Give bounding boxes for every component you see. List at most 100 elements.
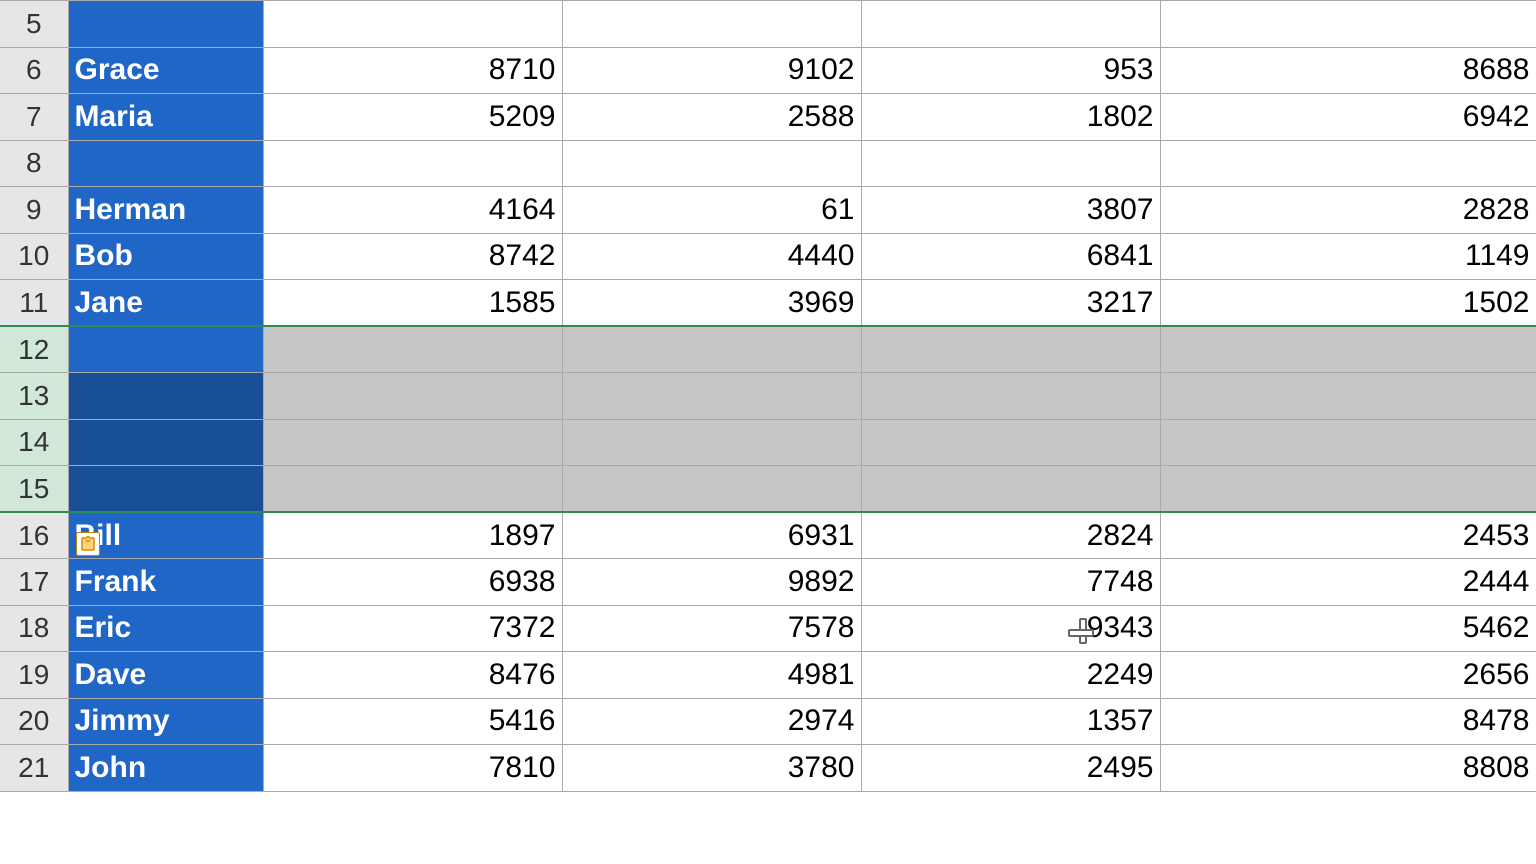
data-cell[interactable]: 2656 [1160,652,1536,699]
data-cell[interactable]: 8808 [1160,745,1536,792]
data-cell[interactable]: 6841 [861,233,1160,280]
data-cell[interactable]: 3969 [562,280,861,327]
data-cell[interactable]: 2249 [861,652,1160,699]
data-cell[interactable]: 1585 [263,280,562,327]
row-header[interactable]: 17 [0,559,68,606]
data-cell[interactable]: 4164 [263,187,562,234]
data-cell[interactable] [263,466,562,513]
data-cell[interactable] [1160,326,1536,373]
data-cell[interactable]: 2495 [861,745,1160,792]
name-cell[interactable]: Jimmy [68,698,263,745]
data-cell[interactable] [562,466,861,513]
row-header[interactable]: 16 [0,512,68,559]
data-cell[interactable] [861,373,1160,420]
data-cell[interactable] [1160,419,1536,466]
data-cell[interactable]: 5462 [1160,605,1536,652]
spreadsheet-grid[interactable]: 56Grace8710910295386887Maria520925881802… [0,0,1536,792]
name-cell[interactable]: Eric [68,605,263,652]
data-cell[interactable]: 1502 [1160,280,1536,327]
name-cell[interactable] [68,1,263,48]
row-header[interactable]: 8 [0,140,68,187]
name-cell[interactable] [68,466,263,513]
data-cell[interactable] [263,140,562,187]
data-cell[interactable] [861,466,1160,513]
row-header[interactable]: 20 [0,698,68,745]
data-cell[interactable]: 5416 [263,698,562,745]
data-cell[interactable] [1160,466,1536,513]
data-cell[interactable]: 9102 [562,47,861,94]
data-cell[interactable]: 7748 [861,559,1160,606]
data-cell[interactable] [263,373,562,420]
data-cell[interactable]: 3807 [861,187,1160,234]
data-cell[interactable] [861,419,1160,466]
data-cell[interactable]: 2974 [562,698,861,745]
row-header[interactable]: 13 [0,373,68,420]
name-cell[interactable]: Bob [68,233,263,280]
name-cell[interactable]: Maria [68,94,263,141]
data-cell[interactable]: 9343 [861,605,1160,652]
data-cell[interactable] [562,140,861,187]
row-header[interactable]: 5 [0,1,68,48]
data-cell[interactable]: 61 [562,187,861,234]
name-cell[interactable] [68,419,263,466]
data-cell[interactable]: 6938 [263,559,562,606]
data-cell[interactable]: 2828 [1160,187,1536,234]
name-cell[interactable] [68,373,263,420]
row-header[interactable]: 12 [0,326,68,373]
data-cell[interactable] [861,1,1160,48]
row-header[interactable]: 15 [0,466,68,513]
data-cell[interactable]: 8476 [263,652,562,699]
name-cell[interactable] [68,326,263,373]
data-cell[interactable]: 2588 [562,94,861,141]
data-cell[interactable]: 2453 [1160,512,1536,559]
data-cell[interactable]: 1897 [263,512,562,559]
row-header[interactable]: 18 [0,605,68,652]
name-cell[interactable]: Dave [68,652,263,699]
paste-options-icon[interactable] [76,532,100,556]
data-cell[interactable] [562,373,861,420]
row-header[interactable]: 10 [0,233,68,280]
name-cell[interactable] [68,140,263,187]
data-cell[interactable]: 8710 [263,47,562,94]
data-cell[interactable]: 5209 [263,94,562,141]
data-cell[interactable]: 8478 [1160,698,1536,745]
row-header[interactable]: 14 [0,419,68,466]
data-cell[interactable]: 3217 [861,280,1160,327]
data-cell[interactable] [263,419,562,466]
data-cell[interactable] [263,1,562,48]
row-header[interactable]: 21 [0,745,68,792]
name-cell[interactable]: Herman [68,187,263,234]
data-cell[interactable]: 7578 [562,605,861,652]
row-header[interactable]: 7 [0,94,68,141]
data-cell[interactable] [1160,140,1536,187]
data-cell[interactable] [1160,1,1536,48]
name-cell[interactable]: John [68,745,263,792]
data-cell[interactable]: 4981 [562,652,861,699]
data-cell[interactable] [861,326,1160,373]
data-cell[interactable] [562,419,861,466]
data-cell[interactable] [1160,373,1536,420]
name-cell[interactable]: Jane [68,280,263,327]
data-cell[interactable]: 953 [861,47,1160,94]
data-cell[interactable]: 8742 [263,233,562,280]
data-cell[interactable]: 7810 [263,745,562,792]
data-cell[interactable]: 2824 [861,512,1160,559]
row-header[interactable]: 11 [0,280,68,327]
name-cell[interactable]: Frank [68,559,263,606]
data-cell[interactable]: 4440 [562,233,861,280]
data-cell[interactable]: 9892 [562,559,861,606]
data-cell[interactable] [562,326,861,373]
data-cell[interactable]: 3780 [562,745,861,792]
row-header[interactable]: 6 [0,47,68,94]
data-cell[interactable]: 8688 [1160,47,1536,94]
data-cell[interactable]: 7372 [263,605,562,652]
row-header[interactable]: 19 [0,652,68,699]
data-cell[interactable] [562,1,861,48]
data-cell[interactable] [263,326,562,373]
name-cell[interactable]: Grace [68,47,263,94]
data-cell[interactable]: 6942 [1160,94,1536,141]
row-header[interactable]: 9 [0,187,68,234]
data-cell[interactable] [861,140,1160,187]
data-cell[interactable]: 6931 [562,512,861,559]
data-cell[interactable]: 2444 [1160,559,1536,606]
